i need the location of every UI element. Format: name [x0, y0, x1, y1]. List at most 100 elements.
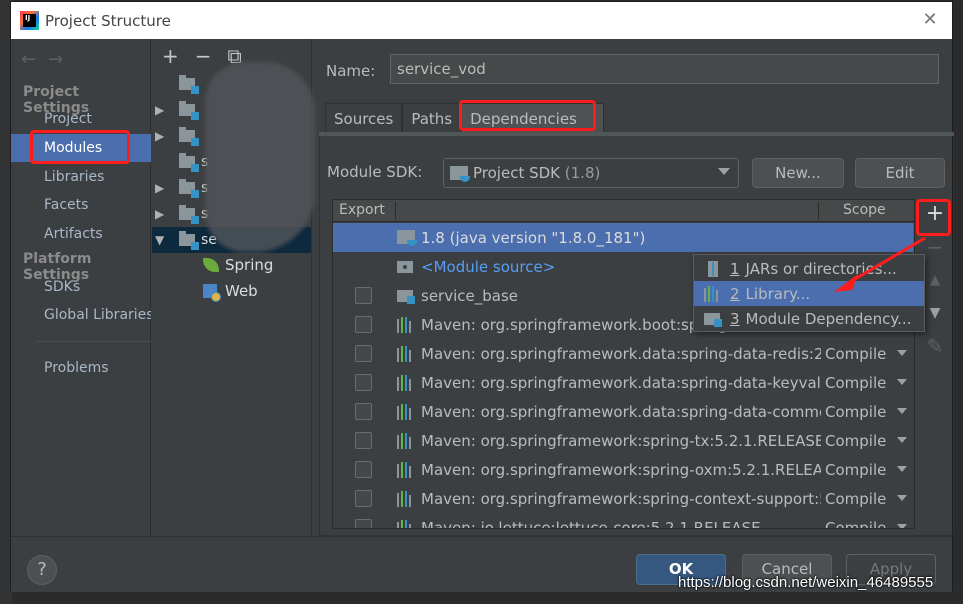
popup-item-module-dependency[interactable]: 3 Module Dependency...	[694, 306, 924, 331]
export-checkbox[interactable]	[355, 345, 372, 362]
export-checkbox[interactable]	[355, 461, 372, 478]
sidebar-item-libraries[interactable]: Libraries	[11, 163, 151, 191]
sidebar-item-problems[interactable]: Problems	[11, 354, 151, 382]
expand-arrow-icon[interactable]: ▶	[155, 103, 169, 117]
sidebar-item-global-libraries[interactable]: Global Libraries	[11, 301, 151, 329]
export-checkbox[interactable]	[355, 519, 372, 528]
module-sdk-label: Module SDK:	[327, 163, 423, 181]
module-dependency-icon	[704, 311, 722, 327]
library-icon	[397, 374, 415, 391]
move-up-button[interactable]: ▲	[923, 268, 947, 292]
sidebar-item-modules[interactable]: Modules	[11, 134, 151, 162]
popup-item-jars[interactable]: 1 JARs or directories...	[694, 256, 924, 281]
chevron-down-icon	[718, 168, 730, 175]
export-checkbox[interactable]	[355, 403, 372, 420]
dependency-side-toolbar: + − ▲ ▼ ✎	[923, 202, 947, 367]
table-row[interactable]: Maven: org.springframework.data:spring-d…	[333, 397, 913, 426]
scope-value[interactable]: Compile	[825, 490, 886, 508]
mnemonic: 1	[730, 259, 740, 278]
watermark-text: https://blog.csdn.net/weixin_46489555	[678, 574, 934, 591]
scope-dropdown-icon[interactable]	[897, 524, 907, 528]
popup-label: Library...	[745, 284, 811, 303]
scope-dropdown-icon[interactable]	[897, 466, 907, 472]
settings-sidebar: ←→ Project Settings Project Modules Libr…	[11, 39, 151, 536]
sdk-folder-icon	[450, 166, 470, 182]
table-row[interactable]: Maven: io.lettuce:lettuce-core:5.2.1.REL…	[333, 513, 913, 529]
column-export[interactable]: Export	[339, 202, 385, 218]
dependency-name: 1.8 (java version "1.8.0_181")	[421, 228, 646, 247]
add-module-icon[interactable]: +	[162, 44, 179, 68]
table-row[interactable]: Maven: org.springframework.data:spring-d…	[333, 339, 913, 368]
dependency-name: Maven: org.springframework:spring-tx:5.2…	[421, 431, 821, 450]
module-tabs: Sources Paths Dependencies	[325, 103, 604, 133]
tab-sources[interactable]: Sources	[325, 103, 403, 133]
module-folder-icon	[179, 205, 199, 224]
name-label: Name:	[326, 62, 376, 80]
library-icon	[397, 403, 415, 420]
scope-dropdown-icon[interactable]	[897, 437, 907, 443]
table-row[interactable]: Maven: org.springframework.data:spring-d…	[333, 368, 913, 397]
table-row[interactable]: Maven: org.springframework:spring-contex…	[333, 484, 913, 513]
scope-value[interactable]: Compile	[825, 432, 886, 450]
column-scope[interactable]: Scope	[843, 202, 886, 218]
scope-dropdown-icon[interactable]	[897, 495, 907, 501]
tree-facet-web[interactable]: Web	[203, 282, 258, 302]
close-icon[interactable]: ✕	[920, 10, 940, 30]
sidebar-item-facets[interactable]: Facets	[11, 191, 151, 219]
back-arrow-icon[interactable]: ←	[21, 49, 48, 70]
expand-arrow-icon[interactable]: ▶	[155, 129, 169, 143]
help-button[interactable]: ?	[27, 555, 57, 585]
column-divider	[818, 202, 819, 220]
library-icon	[397, 461, 415, 478]
dependency-name: Maven: io.lettuce:lettuce-core:5.2.1.REL…	[421, 518, 761, 529]
module-name-input[interactable]	[390, 54, 939, 84]
expand-arrow-icon[interactable]: ▶	[155, 181, 169, 195]
sidebar-item-artifacts[interactable]: Artifacts	[11, 220, 151, 248]
popup-item-library[interactable]: 2 Library...	[694, 281, 924, 306]
tab-paths[interactable]: Paths	[402, 103, 462, 133]
sidebar-item-project[interactable]: Project	[11, 105, 151, 133]
expand-arrow-icon[interactable]: ▶	[155, 207, 169, 221]
dependency-name: Maven: org.springframework.data:spring-d…	[421, 373, 821, 392]
export-checkbox[interactable]	[355, 374, 372, 391]
mnemonic: 2	[730, 284, 740, 303]
edit-dependency-button[interactable]: ✎	[923, 334, 947, 358]
library-icon	[397, 345, 415, 362]
scope-dropdown-icon[interactable]	[897, 379, 907, 385]
add-dependency-button[interactable]: +	[923, 202, 947, 226]
scope-value[interactable]: Compile	[825, 519, 886, 529]
remove-dependency-button[interactable]: −	[923, 235, 947, 259]
module-folder-icon	[179, 127, 199, 146]
redaction-blur	[205, 62, 315, 252]
intellij-logo-icon: IJ	[20, 11, 39, 30]
scope-dropdown-icon[interactable]	[897, 350, 907, 356]
export-checkbox[interactable]	[355, 490, 372, 507]
module-folder-icon	[179, 101, 199, 120]
module-sdk-dropdown[interactable]: Project SDK (1.8)	[443, 158, 739, 188]
table-row[interactable]: 1.8 (java version "1.8.0_181")	[333, 223, 913, 252]
scope-dropdown-icon[interactable]	[897, 408, 907, 414]
scope-value[interactable]: Compile	[825, 374, 886, 392]
tab-dependencies[interactable]: Dependencies	[461, 103, 604, 133]
export-checkbox[interactable]	[355, 432, 372, 449]
export-checkbox[interactable]	[355, 287, 372, 304]
table-row[interactable]: Maven: org.springframework:spring-tx:5.2…	[333, 426, 913, 455]
library-icon	[397, 432, 415, 449]
tree-facet-spring[interactable]: Spring	[203, 256, 273, 274]
scope-value[interactable]: Compile	[825, 345, 886, 363]
scope-value[interactable]: Compile	[825, 461, 886, 479]
dependency-name: Maven: org.springframework:spring-oxm:5.…	[421, 460, 821, 479]
forward-arrow-icon[interactable]: →	[48, 49, 75, 70]
title-bar: IJ Project Structure ✕	[11, 2, 952, 39]
table-row[interactable]: Maven: org.springframework:spring-oxm:5.…	[333, 455, 913, 484]
move-down-button[interactable]: ▼	[923, 301, 947, 325]
sdk-version: (1.8)	[564, 164, 601, 182]
collapse-arrow-icon[interactable]: ▼	[155, 233, 169, 247]
sidebar-item-sdks[interactable]: SDKs	[11, 273, 151, 301]
remove-module-icon[interactable]: −	[195, 44, 212, 68]
scope-value[interactable]: Compile	[825, 403, 886, 421]
edit-sdk-button[interactable]: Edit	[855, 158, 945, 188]
export-checkbox[interactable]	[355, 316, 372, 333]
new-sdk-button[interactable]: New...	[752, 158, 844, 188]
module-folder-icon	[179, 179, 199, 198]
